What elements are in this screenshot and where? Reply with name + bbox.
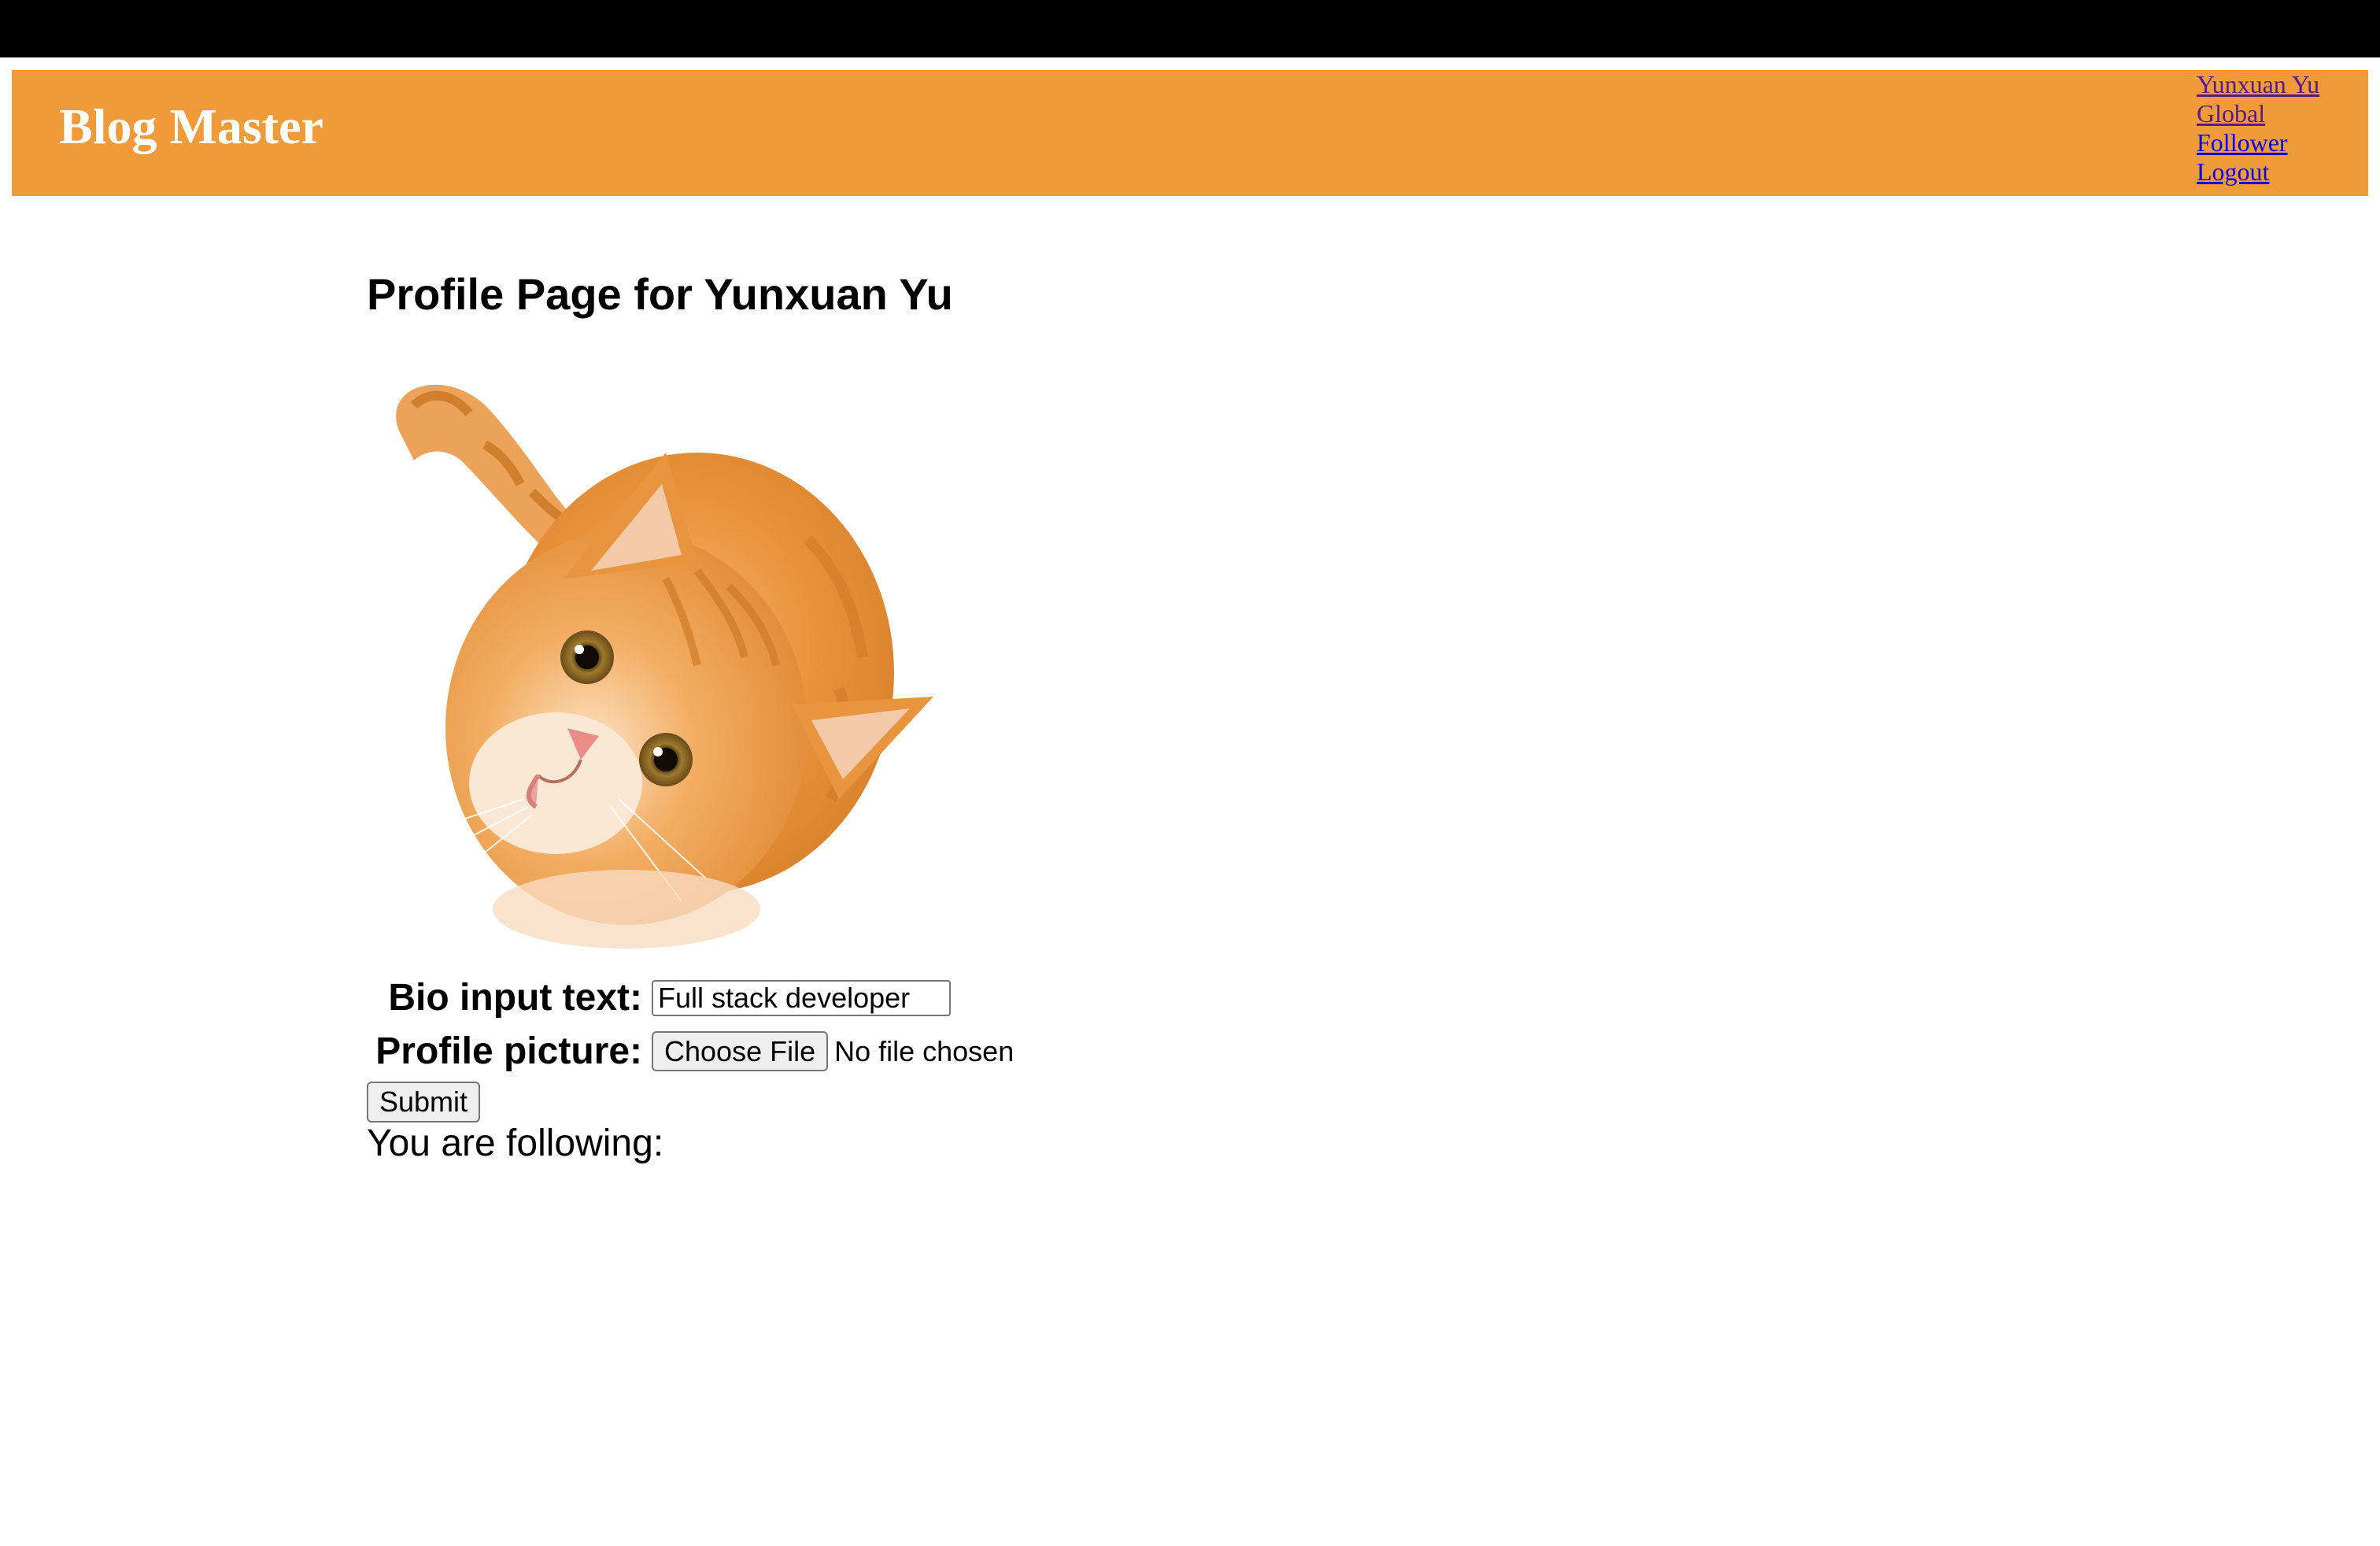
choose-file-button[interactable]: Choose File bbox=[652, 1030, 829, 1072]
nav-link-logout[interactable]: Logout bbox=[2197, 157, 2319, 187]
nav-link-global[interactable]: Global bbox=[2197, 99, 2319, 128]
site-header: Blog Master Yunxuan Yu Global Follower L… bbox=[12, 70, 2368, 196]
profile-picture-label: Profile picture: bbox=[375, 1030, 642, 1072]
bio-input[interactable] bbox=[652, 979, 951, 1016]
bio-row: Bio input text: bbox=[367, 976, 951, 1019]
file-status-text: No file chosen bbox=[834, 1034, 1014, 1067]
profile-content: Profile Page for Yunxuan Yu Bio input te… bbox=[367, 268, 1014, 1164]
submit-button[interactable]: Submit bbox=[367, 1082, 481, 1123]
top-nav: Yunxuan Yu Global Follower Logout bbox=[2197, 70, 2319, 187]
page-title: Profile Page for Yunxuan Yu bbox=[367, 269, 953, 319]
bio-label: Bio input text: bbox=[388, 977, 642, 1019]
submit-row: Submit bbox=[367, 1082, 481, 1123]
nav-link-follower[interactable]: Follower bbox=[2197, 128, 2319, 157]
profile-avatar-cat-image bbox=[396, 384, 933, 949]
site-title: Blog Master bbox=[59, 98, 323, 154]
profile-picture-row: Profile picture: Choose File No file cho… bbox=[367, 1030, 1014, 1073]
browser-top-bar bbox=[0, 0, 2380, 57]
following-heading: You are following: bbox=[367, 1123, 664, 1164]
nav-link-profile[interactable]: Yunxuan Yu bbox=[2197, 70, 2319, 99]
